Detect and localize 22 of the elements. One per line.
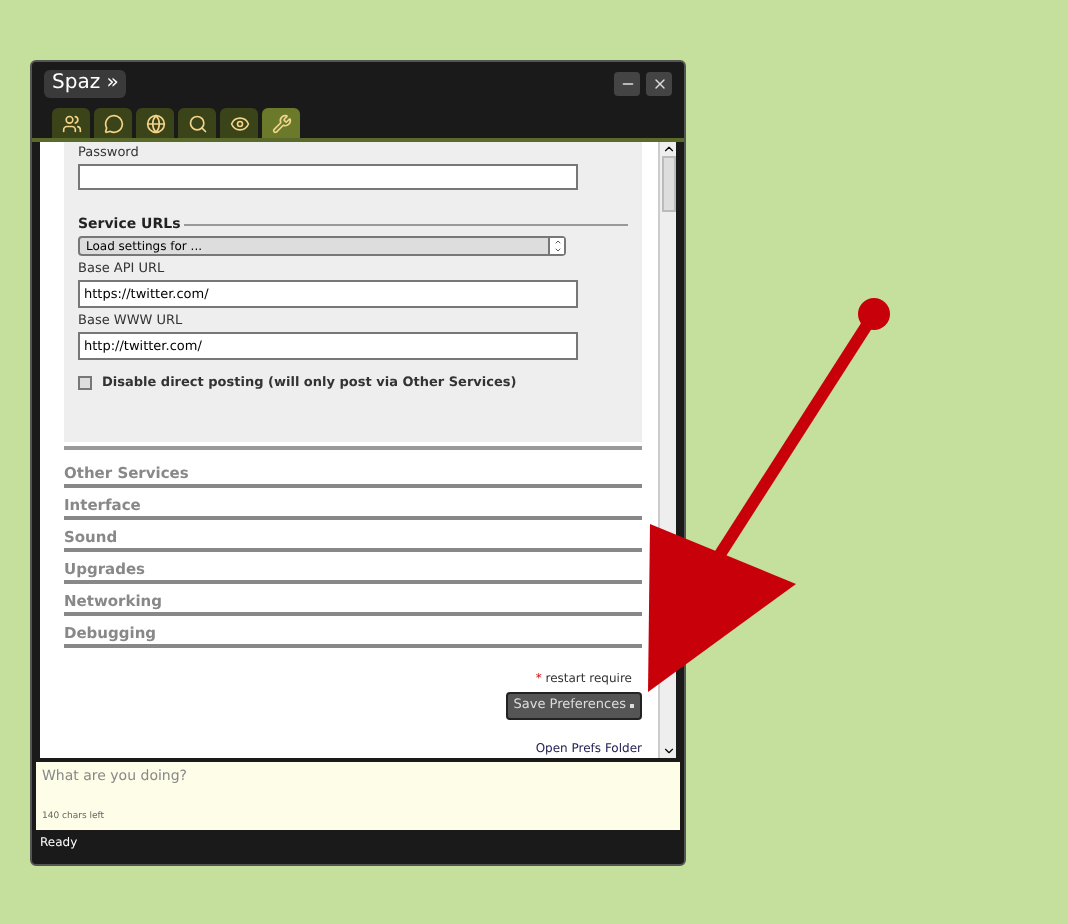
eye-icon (229, 113, 249, 133)
scroll-thumb[interactable] (661, 156, 675, 212)
stepper-icon (548, 238, 564, 255)
close-button[interactable] (646, 72, 672, 96)
tab[interactable] (136, 108, 174, 138)
scroll-up-icon[interactable] (661, 142, 675, 156)
checkbox[interactable] (78, 376, 92, 391)
search-icon (187, 113, 207, 133)
tab[interactable] (178, 108, 216, 138)
tab[interactable] (262, 108, 300, 138)
tab[interactable] (52, 108, 90, 138)
app-menu-button[interactable]: Spaz » (44, 70, 127, 98)
tools-icon (271, 113, 291, 133)
tab[interactable] (220, 108, 258, 138)
minimize-button[interactable] (614, 72, 640, 96)
people-icon (61, 113, 81, 133)
globe-icon (145, 113, 165, 133)
tab[interactable] (94, 108, 132, 138)
scroll-down-icon[interactable] (661, 744, 675, 758)
close-icon (651, 76, 667, 92)
speech-bubble-icon (103, 113, 123, 133)
password-field[interactable] (78, 163, 578, 190)
